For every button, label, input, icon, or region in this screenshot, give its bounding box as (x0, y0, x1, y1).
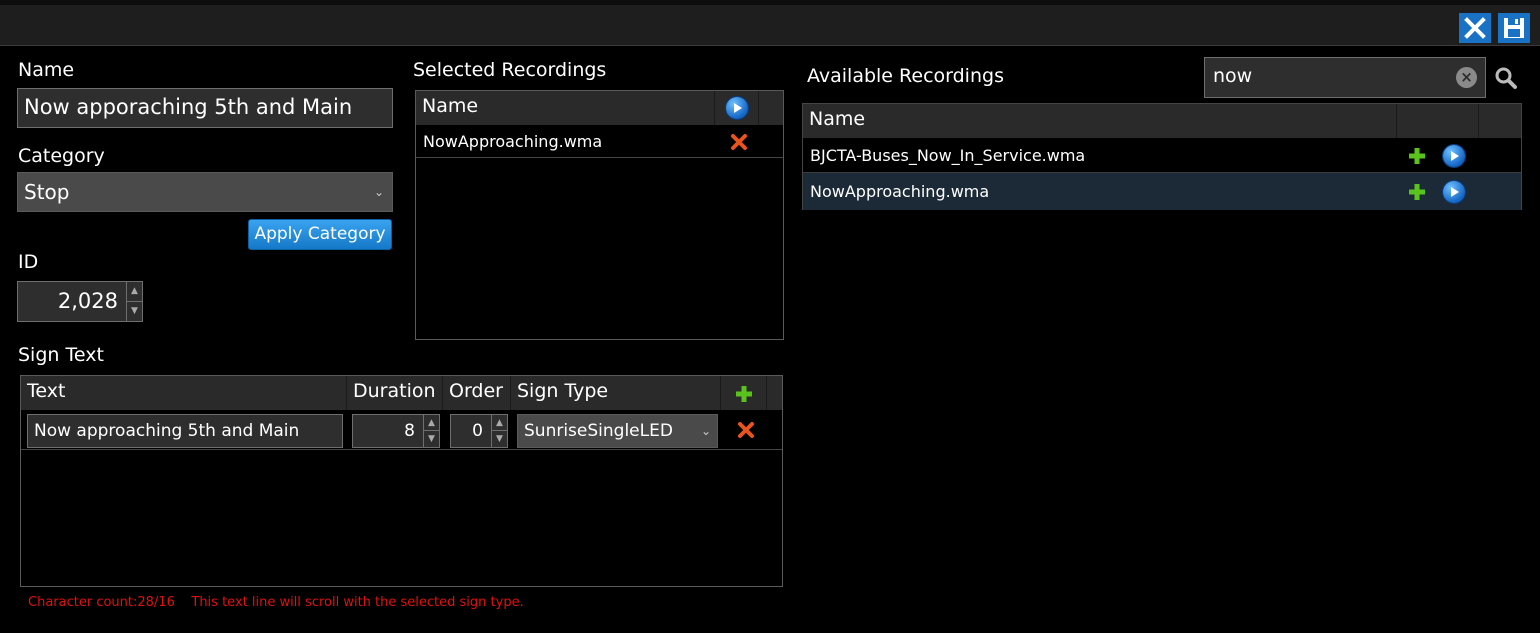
character-count: Character count:28/16 (28, 595, 175, 610)
increment-button[interactable]: ▲ (424, 415, 439, 431)
add-sign-text-cell (721, 376, 767, 410)
remove-icon[interactable] (737, 421, 755, 439)
table-header: Text Duration Order Sign Type (21, 376, 782, 410)
column-sign-type-header: Sign Type (511, 376, 721, 410)
chevron-down-icon: ⌄ (700, 424, 711, 438)
sign-text-title: Sign Text (18, 344, 104, 366)
character-count-status: Character count:28/16 This text line wil… (28, 595, 524, 610)
save-icon (1504, 18, 1524, 38)
category-label: Category (18, 145, 105, 167)
save-button[interactable] (1498, 13, 1530, 43)
name-input[interactable]: Now apporaching 5th and Main (17, 88, 393, 128)
table-row[interactable]: BJCTA-Buses_Now_In_Service.wma (803, 138, 1521, 173)
column-order-header: Order (443, 376, 511, 410)
order-value: 0 (472, 421, 483, 441)
increment-button[interactable]: ▲ (127, 282, 142, 302)
recording-name: BJCTA-Buses_Now_In_Service.wma (810, 146, 1086, 165)
duration-stepper[interactable]: 8 ▲ ▼ (352, 414, 440, 448)
apply-category-button[interactable]: Apply Category (248, 219, 392, 250)
column-name-header: Name (416, 91, 715, 125)
available-recordings-title: Available Recordings (807, 65, 1004, 87)
decrement-button[interactable]: ▼ (127, 302, 142, 322)
play-all-cell (715, 91, 759, 125)
play-icon[interactable] (726, 97, 748, 119)
selected-recordings-table: Name NowApproaching.wma (415, 90, 784, 340)
add-icon[interactable] (1408, 147, 1426, 165)
search-icon[interactable] (1494, 66, 1518, 94)
available-recordings-table: Name BJCTA-Buses_Now_In_Service.wma NowA… (802, 103, 1522, 210)
sign-text-input[interactable]: Now approaching 5th and Main (27, 414, 343, 448)
column-duration-header: Duration (347, 376, 443, 410)
column-name-header: Name (803, 104, 1397, 138)
table-header: Name (803, 104, 1521, 138)
duration-spinner: ▲ ▼ (423, 415, 439, 447)
table-header: Name (416, 91, 783, 125)
name-label: Name (18, 59, 75, 81)
clear-search-icon[interactable]: × (1456, 67, 1477, 88)
category-select[interactable]: Stop ⌄ (17, 172, 393, 212)
close-button[interactable] (1459, 13, 1491, 43)
decrement-button[interactable]: ▼ (424, 431, 439, 447)
scroll-warning: This text line will scroll with the sele… (191, 595, 524, 610)
sign-type-select[interactable]: SunriseSingleLED ⌄ (517, 414, 718, 448)
order-stepper[interactable]: 0 ▲ ▼ (450, 414, 508, 448)
table-row: Now approaching 5th and Main 8 ▲ ▼ 0 ▲ ▼… (21, 410, 782, 450)
table-row[interactable]: NowApproaching.wma (416, 125, 783, 158)
actions-header (1397, 104, 1479, 138)
add-icon[interactable] (734, 384, 754, 404)
id-value: 2,028 (57, 289, 118, 313)
increment-button[interactable]: ▲ (492, 415, 507, 431)
decrement-button[interactable]: ▼ (492, 431, 507, 447)
sign-type-value: SunriseSingleLED (524, 421, 673, 441)
sign-text-table: Text Duration Order Sign Type Now approa… (20, 375, 783, 587)
play-icon[interactable] (1443, 145, 1465, 167)
duration-value: 8 (404, 421, 415, 441)
column-text-header: Text (21, 376, 347, 410)
recording-name: NowApproaching.wma (810, 182, 990, 201)
play-icon[interactable] (1443, 181, 1465, 203)
dialog-titlebar (0, 0, 1540, 46)
add-icon[interactable] (1408, 183, 1426, 201)
id-label: ID (18, 251, 39, 273)
id-spinner: ▲ ▼ (126, 282, 142, 321)
search-input[interactable]: now × (1204, 57, 1486, 98)
recording-name: NowApproaching.wma (423, 132, 603, 151)
id-stepper[interactable]: 2,028 ▲ ▼ (17, 281, 143, 322)
search-value: now (1213, 65, 1253, 87)
category-value: Stop (24, 180, 70, 204)
close-icon (1464, 17, 1486, 39)
order-spinner: ▲ ▼ (491, 415, 507, 447)
selected-recordings-title: Selected Recordings (413, 59, 607, 81)
chevron-down-icon: ⌄ (373, 185, 384, 199)
table-row[interactable]: NowApproaching.wma (803, 173, 1521, 210)
remove-icon[interactable] (730, 133, 748, 151)
